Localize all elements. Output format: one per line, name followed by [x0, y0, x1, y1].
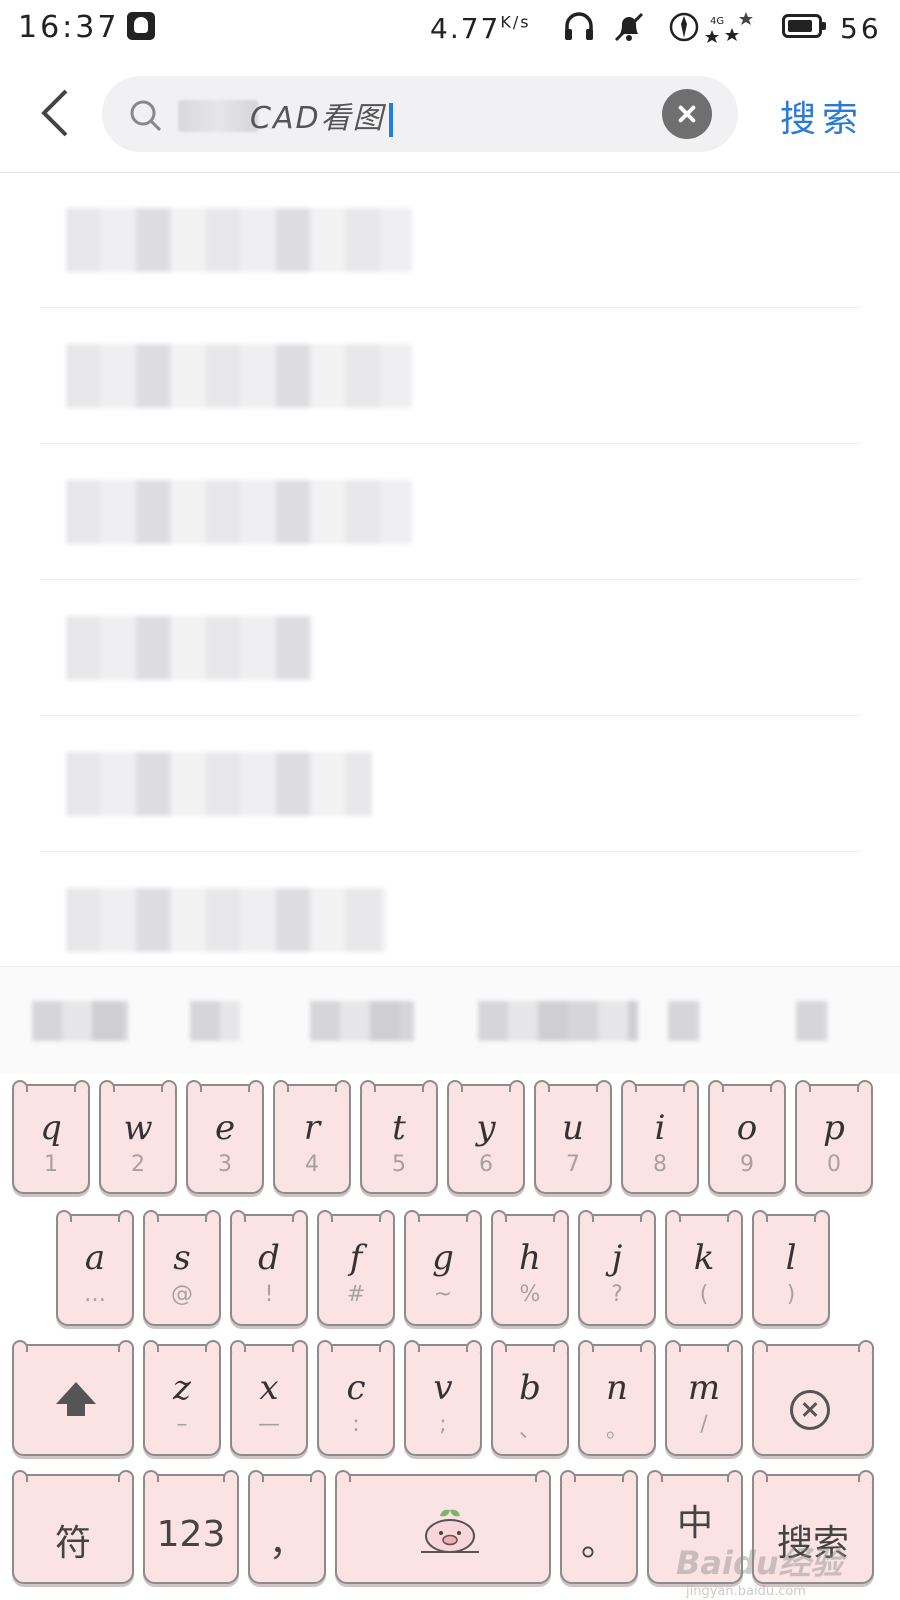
redacted-suggestion [66, 888, 386, 952]
clear-input-button[interactable] [662, 89, 712, 139]
key-a[interactable]: a… [56, 1210, 134, 1326]
candidate-word[interactable] [190, 1001, 240, 1041]
key-x[interactable]: x — [230, 1340, 308, 1456]
key-w[interactable]: w2 [99, 1080, 177, 1194]
candidate-word[interactable] [668, 1001, 700, 1041]
mute-bell-icon [614, 12, 644, 42]
ime-candidate-bar [0, 966, 900, 1075]
key-o[interactable]: o9 [708, 1080, 786, 1194]
expand-candidates-button[interactable] [796, 1001, 828, 1041]
status-bar: 16:37 4.77K/s 4G 56 [0, 0, 900, 58]
key-h[interactable]: h% [491, 1210, 569, 1326]
search-header: CAD看图 搜索 [0, 60, 900, 173]
redacted-suggestion [66, 616, 312, 680]
suggestion-item[interactable] [40, 716, 860, 852]
key-k[interactable]: k( [665, 1210, 743, 1326]
signal-stars-icon: 4G [669, 12, 753, 43]
key-r[interactable]: r4 [273, 1080, 351, 1194]
key-f[interactable]: f # [317, 1210, 395, 1326]
back-arrow-icon[interactable] [36, 85, 76, 141]
key-s[interactable]: s @ [143, 1210, 221, 1326]
key-d[interactable]: d! [230, 1210, 308, 1326]
key-z[interactable]: z – [143, 1340, 221, 1456]
redacted-suggestion [66, 344, 412, 408]
status-time: 16:37 [18, 10, 120, 45]
key-n[interactable]: n。 [578, 1340, 656, 1456]
headset-icon [565, 12, 593, 40]
text-cursor [388, 102, 393, 137]
suggestion-item[interactable] [40, 580, 860, 716]
suggestion-item[interactable] [40, 444, 860, 580]
keyboard: q1 w2 e3 r4 t5 y6 u7 i8 o9 p0 a… s @ d! f… [0, 1074, 900, 1600]
key-u[interactable]: u7 [534, 1080, 612, 1194]
key-t[interactable]: t5 [360, 1080, 438, 1194]
space-key[interactable] [335, 1470, 551, 1584]
suggestion-list [0, 172, 900, 987]
delete-key[interactable] [752, 1340, 874, 1456]
redacted-suggestion [66, 208, 412, 272]
shift-arrow-icon [56, 1382, 96, 1416]
key-y[interactable]: y6 [447, 1080, 525, 1194]
search-input[interactable]: CAD看图 [102, 76, 738, 152]
key-m[interactable]: m / [665, 1340, 743, 1456]
battery-icon [782, 14, 826, 38]
key-v[interactable]: v; [404, 1340, 482, 1456]
search-button[interactable]: 搜索 [780, 90, 864, 142]
search-query-text: CAD看图 [250, 93, 393, 137]
redacted-suggestion [66, 752, 372, 816]
numbers-key[interactable]: 123 [143, 1470, 239, 1584]
candidate-word[interactable] [478, 1001, 638, 1041]
symbols-key[interactable]: 符 [12, 1470, 134, 1584]
key-c[interactable]: c: [317, 1340, 395, 1456]
redacted-query-prefix [178, 100, 258, 132]
redacted-suggestion [66, 480, 412, 544]
key-g[interactable]: g ~ [404, 1210, 482, 1326]
delete-icon [790, 1390, 830, 1430]
candidate-word[interactable] [32, 1001, 128, 1041]
shift-key[interactable] [12, 1340, 134, 1456]
qq-notification-icon [127, 12, 155, 40]
baidu-watermark: Baidu经验 jingyan.baidu.com [676, 1544, 843, 1599]
key-l[interactable]: l) [752, 1210, 830, 1326]
key-j[interactable]: j? [578, 1210, 656, 1326]
pig-sprout-icon [421, 1509, 479, 1553]
svg-text:4G: 4G [710, 16, 724, 27]
period-key[interactable]: 。 [560, 1470, 638, 1584]
key-p[interactable]: p0 [795, 1080, 873, 1194]
candidate-word[interactable] [310, 1001, 414, 1041]
search-icon [130, 100, 162, 132]
key-q[interactable]: q1 [12, 1080, 90, 1194]
key-e[interactable]: e3 [186, 1080, 264, 1194]
suggestion-item[interactable] [40, 308, 860, 444]
battery-level: 56 [840, 12, 882, 45]
suggestion-item[interactable] [40, 172, 860, 308]
comma-key[interactable]: ， [248, 1470, 326, 1584]
key-i[interactable]: i8 [621, 1080, 699, 1194]
key-b[interactable]: b、 [491, 1340, 569, 1456]
network-speed: 4.77K/s [430, 12, 531, 45]
